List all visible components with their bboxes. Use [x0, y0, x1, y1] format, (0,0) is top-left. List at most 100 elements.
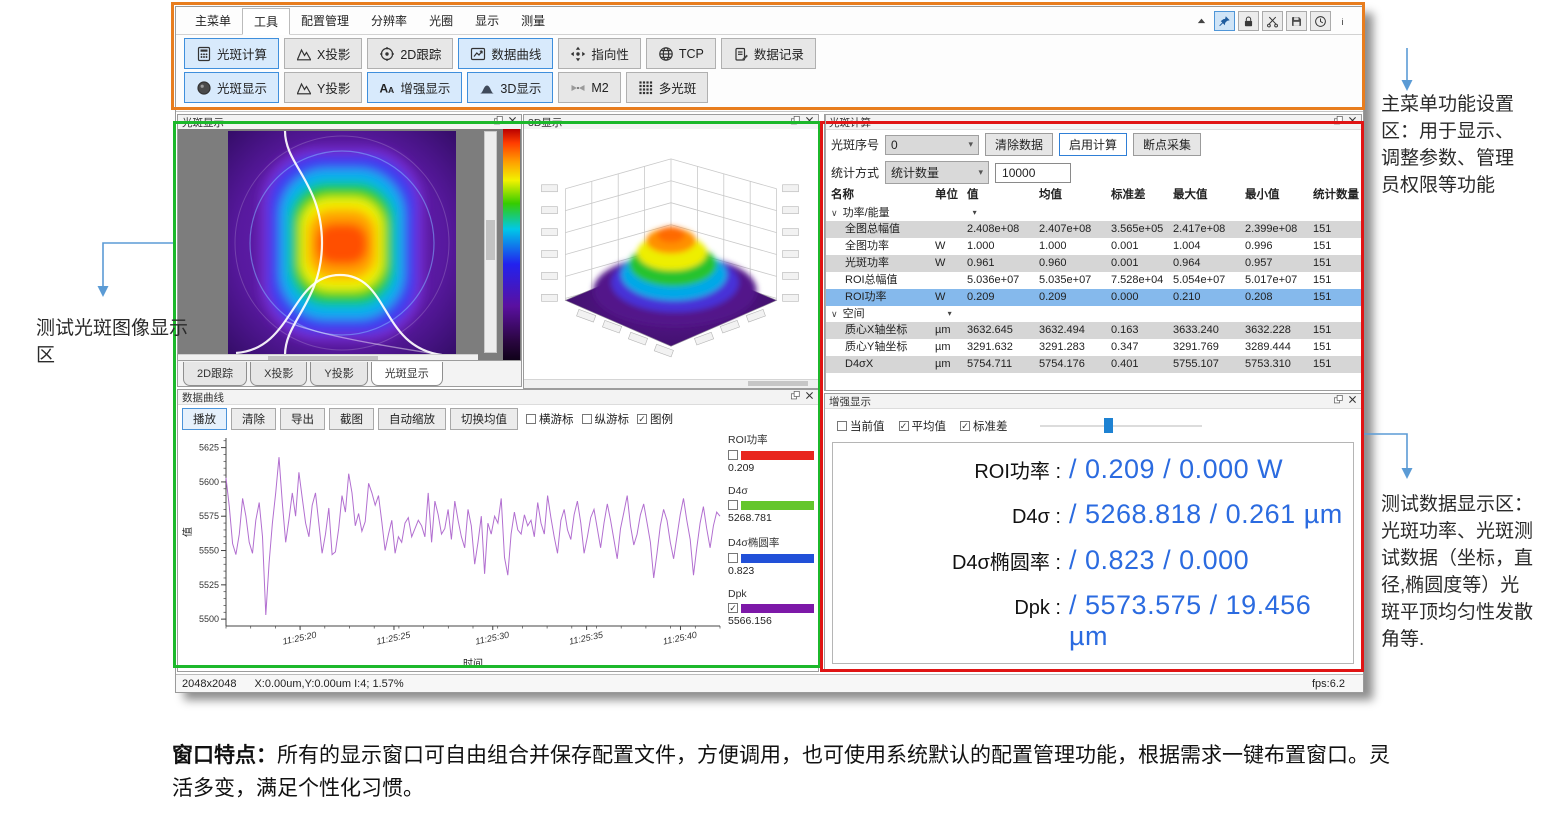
curve-button-自动缩放[interactable]: 自动缩放 — [378, 408, 446, 430]
vertical-scrollbar[interactable] — [484, 131, 497, 353]
curve-checkbox-纵游标[interactable]: 纵游标 — [582, 411, 630, 427]
filter-caret-icon[interactable]: ▾ — [973, 205, 977, 221]
menu-tab-光圈[interactable]: 光圈 — [418, 8, 464, 34]
toolbar-button-2D跟踪[interactable]: 2D跟踪 — [367, 38, 453, 69]
toolbar-button-光斑显示[interactable]: 光斑显示 — [184, 72, 279, 103]
svg-text:5550: 5550 — [199, 546, 219, 556]
toolbar-button-光斑计算[interactable]: 光斑计算 — [184, 38, 279, 69]
curve-button-导出[interactable]: 导出 — [280, 408, 325, 430]
info-icon[interactable]: i — [1334, 12, 1353, 30]
toolbar-button-数据记录[interactable]: 数据记录 — [721, 38, 816, 69]
svg-text:5525: 5525 — [199, 580, 219, 590]
pin-icon[interactable] — [1214, 11, 1235, 31]
toolbar-button-M2[interactable]: M2 — [558, 72, 620, 103]
toolbar-button-多光斑[interactable]: 多光斑 — [626, 72, 709, 103]
toolbar-button-3D显示[interactable]: 3D显示 — [467, 72, 553, 103]
surface-3d-plot[interactable] — [524, 129, 818, 380]
beam-tab-光斑显示[interactable]: 光斑显示 — [371, 362, 443, 386]
horizontal-scrollbar[interactable] — [524, 379, 818, 388]
float-panel-icon[interactable] — [491, 115, 505, 127]
enhanced-checkbox-标准差[interactable]: 标准差 — [960, 418, 1008, 434]
float-panel-icon[interactable] — [1331, 115, 1345, 127]
menu-tab-工具[interactable]: 工具 — [242, 8, 290, 35]
image-size-text: 2048x2048 — [182, 678, 236, 690]
clock-icon[interactable] — [1310, 11, 1331, 31]
curve-button-清除[interactable]: 清除 — [231, 408, 276, 430]
font-size-slider-track[interactable] — [1040, 425, 1202, 427]
svg-text:11:25:35: 11:25:35 — [568, 629, 605, 646]
legend-checkbox[interactable] — [728, 603, 738, 613]
toolbar-button-指向性[interactable]: 指向性 — [558, 38, 641, 69]
curve-checkbox-横游标[interactable]: 横游标 — [526, 411, 574, 427]
stat-mode-label: 统计方式 — [831, 164, 879, 181]
curve-checkbox-图例[interactable]: 图例 — [637, 411, 673, 427]
filter-caret-icon[interactable]: ▾ — [948, 306, 952, 322]
table-row[interactable]: 质心X轴坐标µm3632.6453632.4940.1633633.240363… — [825, 322, 1361, 339]
panel-title: 光斑计算 — [829, 115, 871, 130]
menu-tab-分辨率[interactable]: 分辨率 — [360, 8, 418, 34]
toolbar-button-X投影[interactable]: X投影 — [284, 38, 362, 69]
toolbar-row-1: 光斑计算X投影2D跟踪数据曲线指向性TCP数据记录 — [176, 35, 1363, 69]
close-panel-icon[interactable] — [505, 115, 519, 127]
table-row[interactable]: D4σXµm5754.7115754.1760.4015755.1075753.… — [825, 356, 1361, 373]
close-panel-icon[interactable] — [802, 115, 816, 127]
menu-tab-显示[interactable]: 显示 — [464, 8, 510, 34]
window-icons: i — [1192, 11, 1353, 31]
legend-checkbox[interactable] — [728, 450, 738, 460]
table-row[interactable]: ROI总幅值5.036e+075.035e+077.528e+045.054e+… — [825, 272, 1361, 289]
table-row[interactable]: 全图功率W1.0001.0000.0011.0040.996151 — [825, 238, 1361, 255]
spot-index-select[interactable]: 0 ▾ — [885, 135, 979, 155]
beam-image[interactable] — [228, 131, 456, 355]
svg-text:11:25:30: 11:25:30 — [474, 630, 510, 647]
scissors-icon[interactable] — [1262, 11, 1283, 31]
curve-chart[interactable]: 55005525555055755600562511:25:2011:25:25… — [180, 430, 728, 670]
table-row[interactable]: 光斑功率W0.9610.9600.0010.9640.957151 — [825, 255, 1361, 272]
curve-button-切换均值[interactable]: 切换均值 — [450, 408, 518, 430]
legend-checkbox[interactable] — [728, 553, 738, 563]
curve-toolbar: 播放清除导出截图自动缩放切换均值横游标纵游标图例 — [178, 405, 818, 433]
float-panel-icon[interactable] — [788, 115, 802, 127]
curve-button-播放[interactable]: 播放 — [182, 408, 227, 430]
svg-text:5575: 5575 — [199, 511, 219, 521]
svg-text:11:25:25: 11:25:25 — [375, 629, 412, 646]
toolbar-button-TCP[interactable]: TCP — [646, 38, 716, 69]
table-row[interactable]: 全图总幅值2.408e+082.407e+083.565e+052.417e+0… — [825, 221, 1361, 238]
toolbar-button-数据曲线[interactable]: 数据曲线 — [458, 38, 553, 69]
legend-checkbox[interactable] — [728, 500, 738, 510]
collapse-arrow-icon[interactable] — [1192, 12, 1211, 30]
beam-tab-X投影[interactable]: X投影 — [250, 362, 307, 386]
table-row[interactable]: 质心Y轴坐标µm3291.6323291.2830.3473291.769328… — [825, 339, 1361, 356]
table-group-row[interactable]: ∨功率/能量▾ — [825, 205, 1361, 221]
toolbar-row-2: 光斑显示Y投影AA增强显示3D显示M2多光斑 — [176, 69, 1363, 103]
close-panel-icon[interactable] — [802, 390, 816, 402]
enhanced-checkbox-平均值[interactable]: 平均值 — [899, 418, 947, 434]
toolbar-button-Y投影[interactable]: Y投影 — [284, 72, 362, 103]
enhanced-checkbox-当前值[interactable]: 当前值 — [837, 418, 885, 434]
calc-button-启用计算[interactable]: 启用计算 — [1059, 133, 1127, 156]
stat-count-spinner[interactable]: 10000 ▴▾ — [995, 163, 1071, 183]
beam-tab-Y投影[interactable]: Y投影 — [310, 362, 367, 386]
menu-tab-配置管理[interactable]: 配置管理 — [290, 8, 360, 34]
calc-button-断点采集[interactable]: 断点采集 — [1133, 133, 1201, 156]
toolbar-button-增强显示[interactable]: AA增强显示 — [367, 72, 462, 103]
menu-tab-主菜单[interactable]: 主菜单 — [184, 8, 242, 34]
close-panel-icon[interactable] — [1345, 394, 1359, 406]
float-panel-icon[interactable] — [788, 390, 802, 402]
curve-button-截图[interactable]: 截图 — [329, 408, 374, 430]
float-panel-icon[interactable] — [1331, 394, 1345, 406]
close-panel-icon[interactable] — [1345, 115, 1359, 127]
menu-tab-测量[interactable]: 测量 — [510, 8, 556, 34]
lock-icon[interactable] — [1238, 11, 1259, 31]
calc-controls-row-2: 统计方式 统计数量 ▾ 10000 ▴▾ — [825, 158, 1361, 186]
panel-title: 数据曲线 — [182, 390, 224, 405]
stat-mode-select[interactable]: 统计数量 ▾ — [885, 161, 989, 184]
multi-spot-icon — [638, 80, 654, 96]
calc-button-清除数据[interactable]: 清除数据 — [985, 133, 1053, 156]
enhanced-value-row: Dpk :/ 5573.575 / 19.456 µm — [843, 590, 1343, 652]
table-row[interactable]: ROI功率W0.2090.2090.0000.2100.208151 — [825, 289, 1361, 306]
table-header: 名称单位值均值标准差最大值最小值统计数量 — [825, 186, 1361, 205]
save-icon[interactable] — [1286, 11, 1307, 31]
font-size-slider-handle[interactable] — [1104, 418, 1113, 433]
table-group-row[interactable]: ∨空间▾ — [825, 306, 1361, 322]
svg-text:i: i — [1341, 17, 1343, 27]
